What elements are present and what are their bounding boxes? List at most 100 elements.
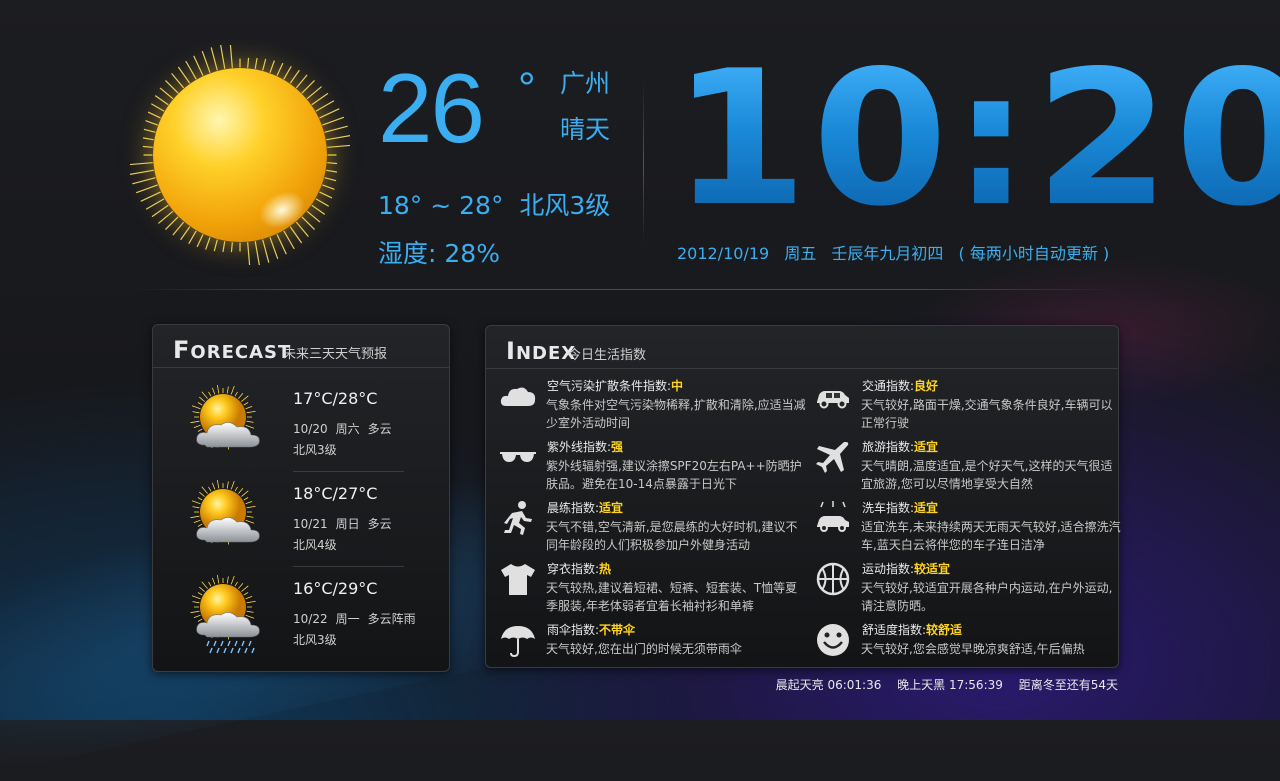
basketball-icon <box>813 559 853 599</box>
index-name: 穿衣指数: <box>547 562 600 576</box>
forecast-date-line: 10/22 周一 多云阵雨 <box>293 610 424 627</box>
index-description: 紫外线辐射强,建议涂擦SPF20左右PA++防晒护肤品。避免在10-14点暴露于… <box>546 459 802 491</box>
index-title: 旅游指数:适宜 <box>862 438 938 455</box>
current-temperature: 26 <box>378 53 485 163</box>
umbrella-icon <box>498 620 538 660</box>
index-item: 舒适度指数:较舒适天气较好,您会感觉早晚凉爽舒适,午后偏热 <box>813 620 1123 680</box>
forecast-date: 10/21 <box>293 517 328 531</box>
forecast-day: 17°C/28°C 10/20 周六 多云北风3级 <box>153 375 448 470</box>
index-title-cn: 今日生活指数 <box>568 348 647 363</box>
index-level: 良好 <box>914 379 939 393</box>
forecast-date-line: 10/20 周六 多云 <box>293 420 400 437</box>
index-name: 紫外线指数: <box>547 440 612 454</box>
forecast-date-line: 10/21 周日 多云 <box>293 515 400 532</box>
cloud-icon <box>498 376 538 416</box>
temperature-range: 18° ~ 28° <box>378 191 504 220</box>
forecast-header: FORECAST 未来三天天气预报 <box>153 325 449 368</box>
wind-level: 北风3级 <box>519 191 611 220</box>
index-level: 较舒适 <box>926 623 963 637</box>
index-item: 交通指数:良好天气较好,路面干燥,交通气象条件良好,车辆可以正常行驶 <box>813 376 1123 436</box>
index-item: 晨练指数:适宜天气不错,空气清新,是您晨练的大好时机,建议不同年龄段的人们积极参… <box>498 498 808 558</box>
forecast-condition: 多云阵雨 <box>367 612 416 626</box>
index-item: 旅游指数:适宜 天气晴朗,温度适宜,是个好天气,这样的天气很适宜旅游,您可以尽情地… <box>813 437 1123 497</box>
forecast-wind: 北风3级 <box>293 633 337 647</box>
partly-cloudy-icon <box>183 479 283 560</box>
temperature-range-wind: 18° ~ 28° 北风3级 <box>378 186 610 222</box>
index-name: 雨伞指数: <box>547 623 600 637</box>
forecast-date: 10/20 <box>293 422 328 436</box>
index-description: 天气较热,建议着短裙、短裤、短套装、T恤等夏季服装,年老体弱者宜着长袖衬衫和单裤 <box>546 581 798 613</box>
index-name: 舒适度指数: <box>862 623 927 637</box>
index-level: 适宜 <box>914 501 939 515</box>
index-header: INDEX 今日生活指数 <box>486 326 1118 369</box>
index-level: 强 <box>611 440 624 454</box>
tshirt-icon <box>498 559 538 599</box>
index-description: 天气较好,较适宜开展各种户内运动,在户外运动,请注意防晒。 <box>861 581 1113 613</box>
index-item: 空气污染扩散条件指数:中气象条件对空气污染物稀释,扩散和清除,应适当减少室外活动… <box>498 376 808 436</box>
index-name: 运动指数: <box>862 562 915 576</box>
forecast-temperature: 18°C/27°C <box>293 484 378 503</box>
winter-countdown: 距离冬至还有54天 <box>1018 678 1118 692</box>
index-item: 紫外线指数:强紫外线辐射强,建议涂擦SPF20左右PA++防晒护肤品。避免在10… <box>498 437 808 497</box>
index-title: 空气污染扩散条件指数:中 <box>547 377 683 394</box>
index-title: 洗车指数:适宜 <box>862 499 938 516</box>
forecast-temperature: 17°C/28°C <box>293 389 378 408</box>
index-description: 天气不错,空气清新,是您晨练的大好时机,建议不同年龄段的人们积极参加户外健身活动 <box>546 520 798 552</box>
partly-cloudy-icon <box>183 384 283 465</box>
index-item: 穿衣指数:热天气较热,建议着短裙、短裤、短套装、T恤等夏季服装,年老体弱者宜着长… <box>498 559 808 619</box>
forecast-panel: FORECAST 未来三天天气预报 17°C/28°C 10/20 周六 多云 北风3级… <box>152 324 450 672</box>
index-description: 气象条件对空气污染物稀释,扩散和清除,应适当减少室外活动时间 <box>546 398 806 430</box>
index-title: 舒适度指数:较舒适 <box>862 621 962 638</box>
weekday: 周五 <box>784 244 817 263</box>
forecast-weekday: 周六 <box>335 422 360 436</box>
forecast-wind: 北风4级 <box>293 538 337 552</box>
forecast-title-en: FORECAST <box>173 336 292 364</box>
index-level: 适宜 <box>599 501 624 515</box>
footer-info: 晨起天亮 06:01:36 晚上天黑 17:56:39 距离冬至还有54天 <box>764 676 1118 693</box>
date: 2012/10/19 <box>677 244 770 263</box>
index-name: 空气污染扩散条件指数: <box>547 379 672 393</box>
date-line: 2012/10/19 周五 壬辰年九月初四 ( 每两小时自动更新 ) <box>677 240 1119 264</box>
index-level: 热 <box>599 562 612 576</box>
humidity-value: 28% <box>444 239 500 268</box>
weather-condition: 晴天 <box>560 115 611 144</box>
index-title: 晨练指数:适宜 <box>547 499 623 516</box>
index-panel: INDEX 今日生活指数 空气污染扩散条件指数:中气象条件对空气污染物稀释,扩散… <box>485 325 1121 668</box>
runner-icon <box>498 498 538 538</box>
sunglasses-icon <box>498 437 538 477</box>
vertical-divider <box>643 80 644 245</box>
forecast-date: 10/22 <box>293 612 328 626</box>
forecast-wind: 北风3级 <box>293 443 337 457</box>
index-description: 天气较好,您在出门的时候无须带雨伞 <box>546 642 742 656</box>
cloudy-rain-icon <box>183 574 283 655</box>
update-note: ( 每两小时自动更新 ) <box>958 244 1110 263</box>
index-description: 天气较好,您会感觉早晚凉爽舒适,午后偏热 <box>861 642 1085 656</box>
index-name: 晨练指数: <box>547 501 600 515</box>
forecast-condition: 多云 <box>367 517 392 531</box>
forecast-condition: 多云 <box>367 422 392 436</box>
index-description: 天气较好,路面干燥,交通气象条件良好,车辆可以正常行驶 <box>861 398 1113 430</box>
index-title: 雨伞指数:不带伞 <box>547 621 635 638</box>
lunar-date: 壬辰年九月初四 <box>831 244 944 263</box>
forecast-title-cn: 未来三天天气预报 <box>283 347 388 362</box>
index-level: 中 <box>671 379 684 393</box>
index-name: 旅游指数: <box>862 440 915 454</box>
index-level: 较适宜 <box>914 562 951 576</box>
sunrise-time: 晨起天亮 06:01:36 <box>775 678 882 692</box>
sunset-time: 晚上天黑 17:56:39 <box>897 678 1003 692</box>
sun-icon <box>130 45 350 265</box>
humidity: 湿度: 28% <box>378 234 500 270</box>
index-title: 穿衣指数:热 <box>547 560 611 577</box>
index-title: 运动指数:较适宜 <box>862 560 950 577</box>
smiley-icon <box>813 620 853 660</box>
city-name[interactable]: 广州 <box>560 64 610 100</box>
index-name: 交通指数: <box>862 379 915 393</box>
forecast-day: 16°C/29°C 10/22 周一 多云阵雨 北风3级 <box>153 565 448 660</box>
forecast-weekday: 周一 <box>335 612 360 626</box>
index-description: 适宜洗车,未来持续两天无雨天气较好,适合擦洗汽车,蓝天白云将伴您的车子连日洁净 <box>861 520 1121 552</box>
index-title: 交通指数:良好 <box>862 377 938 394</box>
index-item: 洗车指数:适宜适宜洗车,未来持续两天无雨天气较好,适合擦洗汽车,蓝天白云将伴您的… <box>813 498 1123 558</box>
horizontal-divider <box>130 289 1120 290</box>
airplane-icon <box>813 437 853 477</box>
index-level: 适宜 <box>914 440 939 454</box>
